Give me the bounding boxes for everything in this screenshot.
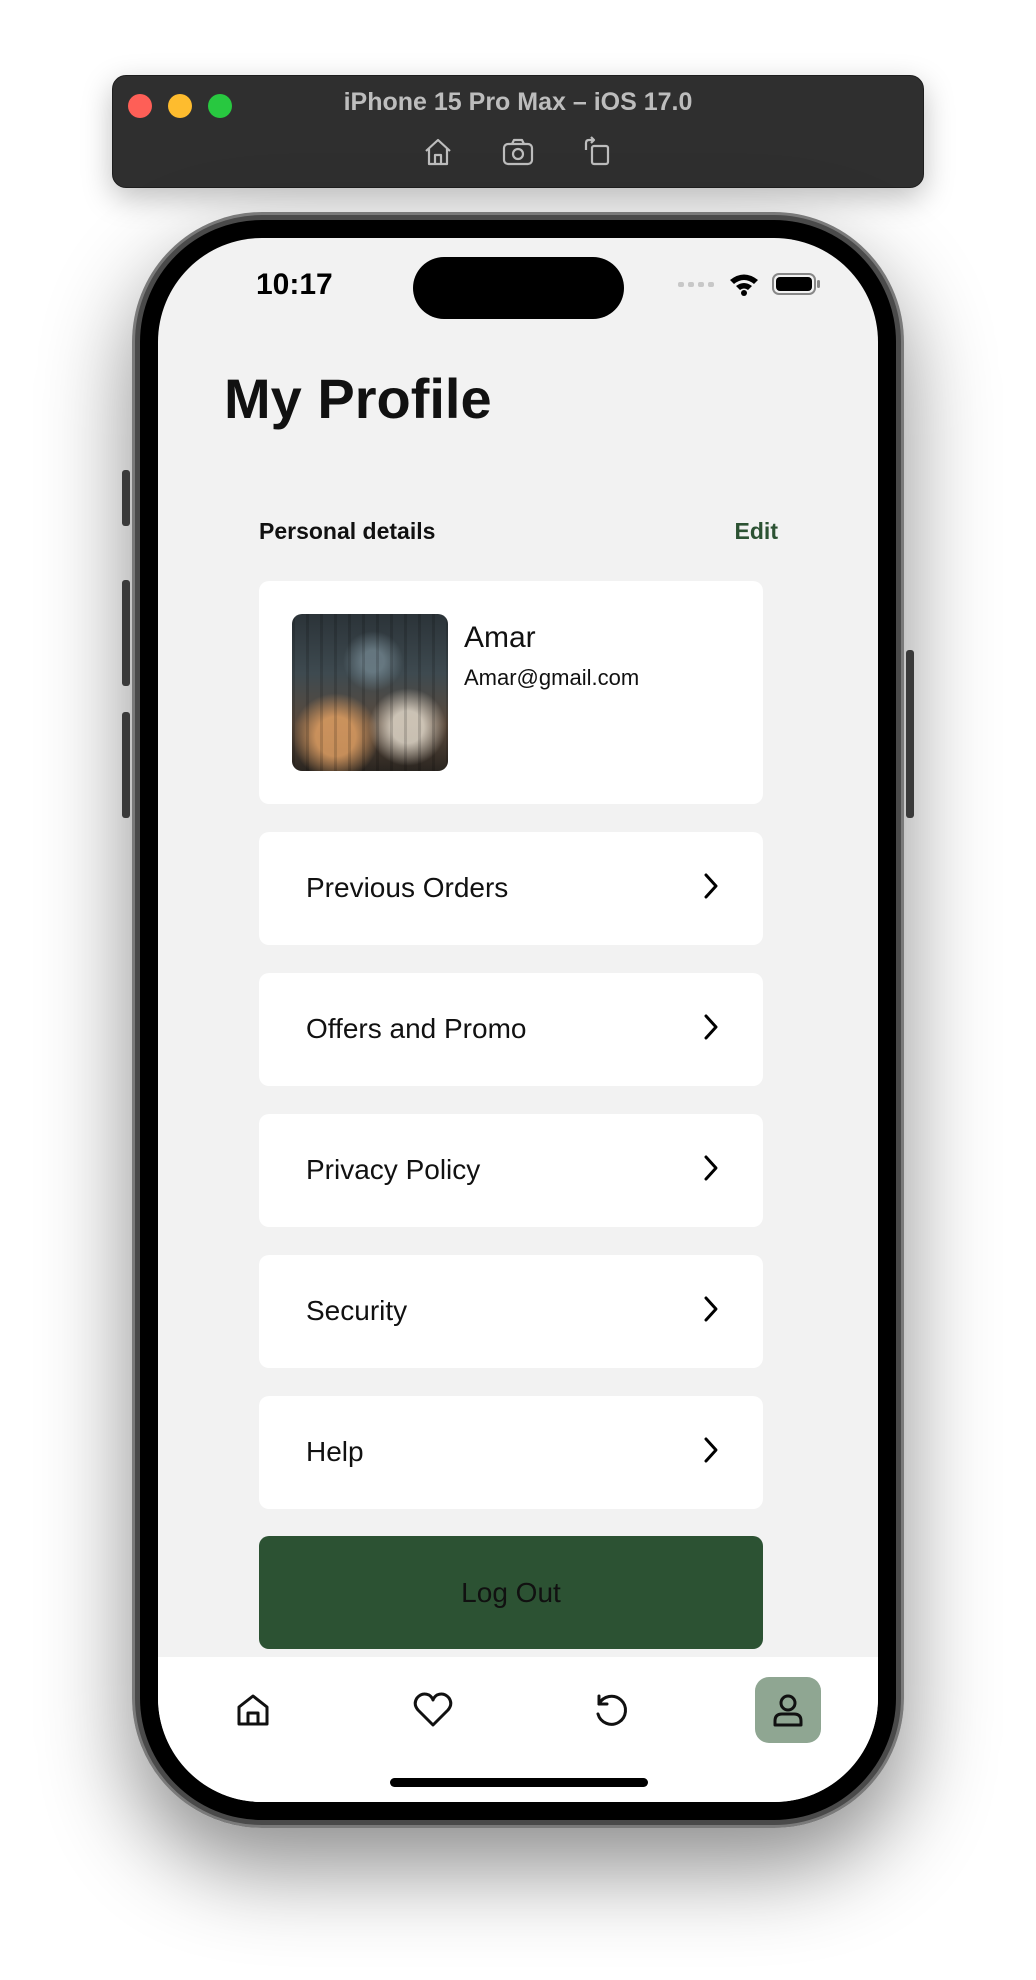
battery-icon: [772, 273, 820, 295]
power-button: [906, 650, 914, 818]
page-title: My Profile: [224, 367, 492, 430]
menu-item-privacy-policy[interactable]: Privacy Policy: [259, 1114, 763, 1227]
menu-item-previous-orders[interactable]: Previous Orders: [259, 832, 763, 945]
chevron-right-icon: [704, 1155, 718, 1181]
home-icon[interactable]: [420, 134, 456, 170]
signal-icon: [678, 282, 714, 287]
chevron-right-icon: [704, 1296, 718, 1322]
tab-favorites[interactable]: [400, 1677, 466, 1743]
home-icon: [237, 1694, 269, 1726]
profile-name: Amar: [464, 621, 536, 654]
chevron-right-icon: [704, 873, 718, 899]
wifi-icon: [730, 274, 758, 296]
profile-icon: [773, 1694, 803, 1727]
chevron-right-icon: [704, 1014, 718, 1040]
personal-details-label: Personal details: [259, 518, 436, 544]
menu-item-help[interactable]: Help: [259, 1396, 763, 1509]
tab-history[interactable]: [578, 1677, 644, 1743]
menu-item-label: Previous Orders: [306, 872, 509, 903]
screenshot-icon[interactable]: [500, 134, 536, 170]
home-indicator: [390, 1778, 648, 1787]
action-button: [122, 470, 130, 526]
profile-email: Amar@gmail.com: [464, 665, 640, 690]
tab-profile[interactable]: [755, 1677, 821, 1743]
profile-card: Amar Amar@gmail.com: [259, 581, 763, 804]
dynamic-island: [413, 257, 624, 319]
heart-icon: [413, 1692, 453, 1727]
menu-item-security[interactable]: Security: [259, 1255, 763, 1368]
profile-photo[interactable]: [292, 614, 448, 771]
history-icon: [596, 1694, 627, 1726]
app-screen: 10:17 My Profile Personal details Edit A…: [158, 238, 878, 1802]
menu-item-offers-and-promo[interactable]: Offers and Promo: [259, 973, 763, 1086]
tab-bar: [158, 1657, 878, 1802]
edit-button[interactable]: Edit: [735, 518, 778, 545]
menu-item-label: Security: [306, 1295, 408, 1326]
rotate-icon[interactable]: [580, 134, 616, 170]
logout-button[interactable]: Log Out: [259, 1536, 763, 1649]
status-time: 10:17: [256, 268, 333, 301]
menu-item-label: Offers and Promo: [306, 1013, 527, 1044]
menu-item-label: Help: [306, 1436, 364, 1467]
simulator-toolbar: iPhone 15 Pro Max – iOS 17.0: [112, 75, 924, 188]
menu-item-label: Privacy Policy: [306, 1154, 481, 1185]
chevron-right-icon: [704, 1437, 718, 1463]
simulator-title: iPhone 15 Pro Max – iOS 17.0: [343, 88, 693, 116]
tab-home[interactable]: [220, 1677, 286, 1743]
volume-down-button: [122, 712, 130, 818]
volume-up-button: [122, 580, 130, 686]
